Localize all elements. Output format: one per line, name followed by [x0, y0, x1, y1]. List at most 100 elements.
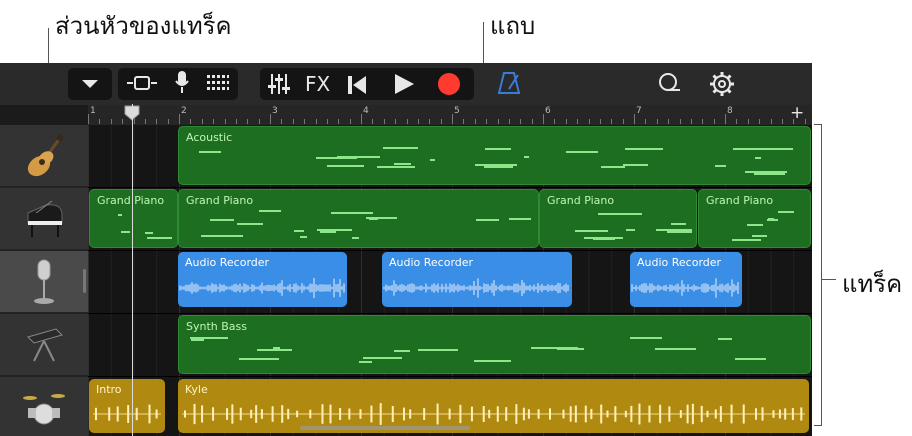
mixer-button[interactable]	[268, 74, 290, 99]
bar-number: 2	[181, 106, 187, 116]
drum-hit	[691, 403, 694, 425]
region-grand-piano[interactable]: Grand Piano	[539, 189, 697, 248]
region-grand-piano[interactable]: Grand Piano	[89, 189, 178, 248]
fx-button[interactable]: FX	[305, 72, 330, 96]
midi-note	[475, 218, 499, 221]
midi-note	[747, 224, 763, 227]
browser-menu-button[interactable]	[68, 68, 112, 100]
drum-hit	[348, 408, 351, 420]
drum-hit	[391, 405, 394, 423]
horizontal-scrollbar[interactable]	[300, 426, 470, 430]
midi-note	[750, 147, 793, 150]
go-to-beginning-button[interactable]	[348, 75, 366, 99]
mixer-sliders-icon	[268, 74, 290, 94]
drum-hit	[309, 409, 312, 419]
drum-hit	[488, 409, 491, 419]
loop-browser-button[interactable]	[657, 72, 681, 100]
ruler-tick	[645, 119, 647, 124]
metronome-button[interactable]	[497, 71, 521, 99]
ruler-tick	[702, 119, 704, 124]
region-drummer-kyle[interactable]: Kyle	[178, 379, 809, 433]
ruler-tick	[258, 119, 260, 124]
midi-note	[236, 223, 264, 226]
loop-icon	[659, 73, 680, 91]
ruler-tick	[235, 119, 237, 124]
callout-bracket-bottom	[814, 425, 822, 426]
ruler-tick	[747, 119, 749, 124]
track-header-grand-piano[interactable]	[0, 188, 88, 251]
settings-button[interactable]	[709, 71, 735, 101]
track-resize-handle[interactable]	[83, 269, 86, 293]
audio-recorder-button[interactable]	[175, 70, 189, 98]
drum-hit	[600, 404, 603, 424]
drum-hit	[638, 403, 641, 425]
ruler-tick	[156, 119, 158, 124]
midi-note	[366, 216, 397, 219]
midi-note	[745, 170, 787, 173]
play-button[interactable]	[394, 74, 414, 99]
region-audio-recorder[interactable]: Audio Recorder	[178, 252, 347, 307]
toolbar: FX	[0, 63, 812, 105]
ruler-tick	[167, 119, 169, 124]
drum-hit	[791, 408, 794, 420]
ruler-tick	[690, 119, 692, 124]
drum-hit	[329, 404, 332, 424]
midi-note	[624, 147, 664, 150]
region-grand-piano[interactable]: Grand Piano	[698, 189, 811, 248]
region-audio-recorder[interactable]: Audio Recorder	[630, 252, 742, 307]
drummer-pattern	[93, 404, 161, 424]
drum-hit	[459, 404, 462, 424]
drum-hit	[116, 406, 119, 422]
drum-hit	[574, 405, 577, 423]
track-header-acoustic[interactable]	[0, 125, 88, 188]
keyboard-grid-button[interactable]	[207, 72, 229, 96]
region-drummer-intro[interactable]: Intro	[89, 379, 165, 433]
region-acoustic[interactable]: Acoustic	[178, 126, 811, 185]
drum-hit	[155, 409, 158, 419]
midi-note	[317, 229, 352, 232]
midi-note	[331, 211, 374, 214]
ruler-tick	[634, 114, 635, 124]
drum-hit	[135, 407, 138, 421]
tracks-view-button[interactable]	[127, 72, 157, 96]
waveform-path	[631, 278, 739, 298]
ruler-tick	[668, 119, 670, 124]
playhead-line	[132, 104, 133, 436]
ruler-tick	[417, 119, 419, 124]
bar-number: 1	[90, 106, 96, 116]
drum-hit	[423, 408, 426, 420]
ruler-tick	[99, 119, 101, 124]
ruler-tick	[88, 114, 89, 124]
ruler-tick	[781, 119, 783, 124]
region-audio-recorder[interactable]: Audio Recorder	[382, 252, 572, 307]
timeline-ruler[interactable]: 1 2 3 4 5 6 7 8 +	[88, 103, 812, 125]
region-name: Grand Piano	[97, 194, 165, 207]
drum-hit	[148, 404, 151, 424]
region-grand-piano[interactable]: Grand Piano	[178, 189, 539, 248]
drum-hit	[482, 406, 485, 422]
record-button[interactable]	[438, 73, 460, 100]
tracks-area[interactable]: Acoustic Grand Piano Grand Piano Grand P…	[88, 125, 812, 436]
drum-hit	[606, 410, 609, 418]
region-name: Grand Piano	[706, 194, 774, 207]
track-header-drummer[interactable]	[0, 377, 88, 436]
drum-hit	[359, 409, 362, 419]
drum-hit	[719, 406, 722, 422]
track-header-synth-bass[interactable]	[0, 314, 88, 377]
add-section-button[interactable]: +	[790, 103, 804, 123]
ruler-tick	[486, 119, 488, 124]
garageband-window: FX 1 2 3 4 5 6 7 8 + Acoustic Grand Pian…	[0, 63, 812, 436]
ruler-tick	[588, 119, 590, 124]
drum-hit	[212, 407, 215, 421]
drum-hit	[548, 408, 551, 420]
midi-note	[359, 360, 372, 363]
ruler-tick	[565, 119, 567, 124]
drum-hit	[659, 404, 662, 424]
midi-note	[629, 337, 662, 340]
midi-note	[509, 218, 532, 221]
ruler-tick	[452, 114, 453, 124]
region-synth-bass[interactable]: Synth Bass	[178, 315, 811, 374]
ruler-tick	[543, 114, 544, 124]
track-header-audio-recorder[interactable]	[0, 251, 88, 314]
bar-number: 3	[272, 106, 278, 116]
